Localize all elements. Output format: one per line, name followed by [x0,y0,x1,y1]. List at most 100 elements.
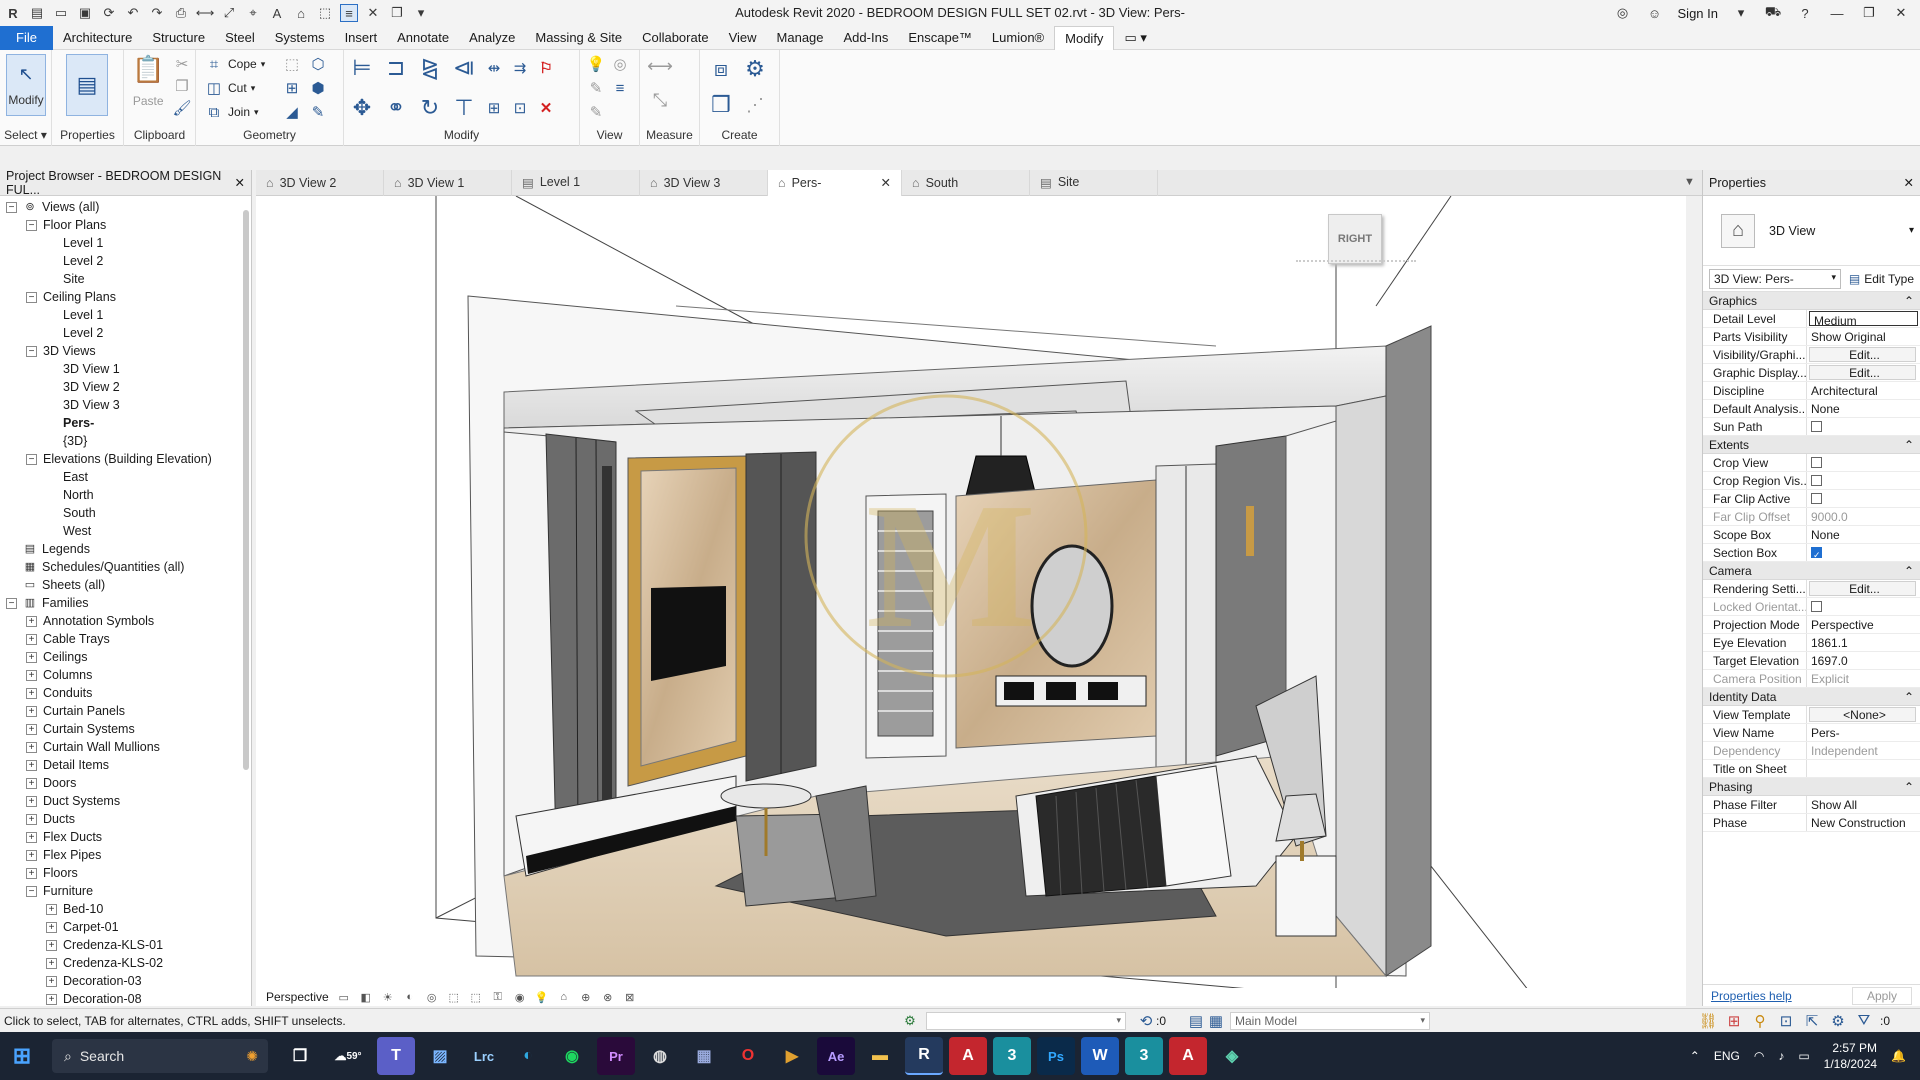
workset-dropdown[interactable]: ▾ [926,1011,1126,1030]
tree-node[interactable]: {3D} [0,432,251,450]
tree-node[interactable]: ▭ Sheets (all) [0,576,251,594]
shadows-icon[interactable]: ◐ [403,990,417,1004]
tree-node[interactable]: + Annotation Symbols [0,612,251,630]
property-edit-button[interactable]: Edit... [1809,581,1916,596]
drag-elements-icon[interactable]: ⇱ [1802,1011,1822,1031]
view-tab-3d-view-1[interactable]: ⌂ 3D View 1 [384,169,512,196]
photoshop-icon[interactable]: Ps [1037,1037,1075,1075]
cope-tool[interactable]: ⌗ Cope ▾ [204,54,265,74]
mirror-draw-icon[interactable]: ⧏ [450,54,478,82]
expand-icon[interactable]: + [26,795,37,807]
workset-icon[interactable]: ⚙ [900,1011,920,1031]
property-edit-button[interactable]: <None> [1809,707,1916,722]
cut-clipboard-icon[interactable]: ✂ [172,54,192,74]
trim-icon[interactable]: ⊤ [450,94,478,122]
tree-node[interactable]: + Curtain Wall Mullions [0,738,251,756]
checkbox[interactable] [1811,546,1822,561]
offset-icon[interactable]: ⊐ [382,54,410,82]
modify-button[interactable]: ↖ Modify [6,54,46,116]
revit-logo-icon[interactable]: R [4,4,22,22]
instance-selector[interactable]: 3D View: Pers- ▾ [1709,268,1841,289]
tree-node[interactable]: − ⊚ Views (all) [0,198,251,216]
property-value[interactable]: Show All [1807,796,1920,813]
view-tab-south[interactable]: ⌂ South [902,169,1030,196]
taskbar-search[interactable]: ⌕ Search ✺ [52,1039,268,1073]
expand-icon[interactable]: + [26,615,37,627]
expand-icon[interactable]: + [26,651,37,663]
tabs-menu-icon[interactable]: ▼ [1684,176,1695,188]
tree-node[interactable]: − Ceiling Plans [0,288,251,306]
dimension-icon[interactable]: ⤢ [220,4,238,22]
property-value[interactable]: 1697.0 [1807,652,1920,669]
collapse-icon[interactable]: − [26,291,37,303]
expand-icon[interactable]: + [26,705,37,717]
section-icon[interactable]: ⬚ [316,4,334,22]
edit-type-button[interactable]: ▤ Edit Type [1849,272,1914,286]
temp-view-props-icon[interactable]: ⌂ [557,990,571,1004]
tag-icon[interactable]: ⌖ [244,4,262,22]
autocad-2-icon[interactable]: A [1169,1037,1207,1075]
tree-node[interactable]: + Carpet-01 [0,918,251,936]
ribbon-tab-add-ins[interactable]: Add-Ins [834,26,899,50]
property-value[interactable]: Show Original [1807,328,1920,345]
visual-style-icon[interactable]: ◧ [359,990,373,1004]
checkbox[interactable] [1811,457,1822,468]
edge-icon[interactable]: ◐ [509,1037,547,1075]
sign-in-link[interactable]: Sign In [1678,6,1718,21]
copy-icon[interactable]: ❐ [172,76,192,96]
temporary-hide-icon[interactable]: ◉ [513,990,527,1004]
tree-node[interactable]: + Curtain Panels [0,702,251,720]
file-explorer-icon[interactable]: ▬ [861,1037,899,1075]
scale-icon[interactable]: ⊡ [510,98,530,118]
measure-icon[interactable]: ⟷ [196,4,215,22]
user-icon[interactable]: ☺ [1646,6,1664,21]
property-value[interactable]: Medium [1809,311,1918,326]
enscape-icon[interactable]: ◈ [1213,1037,1251,1075]
media-player-icon[interactable]: ▶ [773,1037,811,1075]
project-browser-scrollbar[interactable] [243,210,249,770]
paste-button[interactable]: 📋 Paste [132,54,164,108]
3d-viewport[interactable]: M RIGHT [256,196,1686,1006]
checkbox[interactable] [1811,421,1822,432]
select-links-icon[interactable]: ⛓ [1698,1011,1718,1031]
collapse-icon[interactable]: − [26,885,37,897]
binoculars-icon[interactable]: ◎ [1614,5,1632,21]
ribbon-tab-view[interactable]: View [719,26,767,50]
3dsmax-icon[interactable]: 3 [993,1037,1031,1075]
calculator-icon[interactable]: ▦ [685,1037,723,1075]
property-value[interactable]: 1861.1 [1807,634,1920,651]
sync-icon[interactable]: ⟳ [100,4,118,22]
minimize-icon[interactable]: — [1828,6,1846,21]
expand-icon[interactable]: + [46,957,57,969]
tree-node[interactable]: − Floor Plans [0,216,251,234]
tree-node[interactable]: + Doors [0,774,251,792]
expand-icon[interactable]: + [46,939,57,951]
ribbon-tab-enscape[interactable]: Enscape™ [898,26,982,50]
redo-icon[interactable]: ↷ [148,4,166,22]
editing-requests-icon[interactable]: ⟲ [1136,1011,1156,1031]
expand-icon[interactable]: + [26,741,37,753]
tree-node[interactable]: + Conduits [0,684,251,702]
tree-node[interactable]: −3D Views [0,342,251,360]
spotify-icon[interactable]: ◉ [553,1037,591,1075]
move-icon[interactable]: ✥ [348,94,376,122]
weather-icon[interactable]: ☁ 59° [325,1037,371,1075]
copy-tool-icon[interactable]: ⚭ [382,94,410,122]
highlight-displacement-icon[interactable]: ⊗ [601,990,615,1004]
view-tab-pers[interactable]: ⌂ Pers- ✕ [768,169,902,196]
tree-node[interactable]: + Floors [0,864,251,882]
property-edit-button[interactable]: Edit... [1809,365,1916,380]
expand-icon[interactable]: + [46,903,57,915]
property-category[interactable]: Extents ⌃ [1703,436,1920,454]
customize-qat-icon[interactable]: ▾ [412,4,430,22]
tree-node[interactable]: + Decoration-08 [0,990,251,1008]
expand-icon[interactable]: + [26,777,37,789]
ribbon-tab-systems[interactable]: Systems [265,26,335,50]
tree-node[interactable]: 3D View 1 [0,360,251,378]
cart-icon[interactable]: ⛟ [1764,4,1782,22]
ribbon-tab-manage[interactable]: Manage [767,26,834,50]
tree-node[interactable]: ▦ Schedules/Quantities (all) [0,558,251,576]
filter-icon[interactable]: ≡ [610,78,630,98]
photos-icon[interactable]: ▨ [421,1037,459,1075]
contextual-tab-dropdown-icon[interactable]: ▭ ▾ [1114,26,1156,50]
